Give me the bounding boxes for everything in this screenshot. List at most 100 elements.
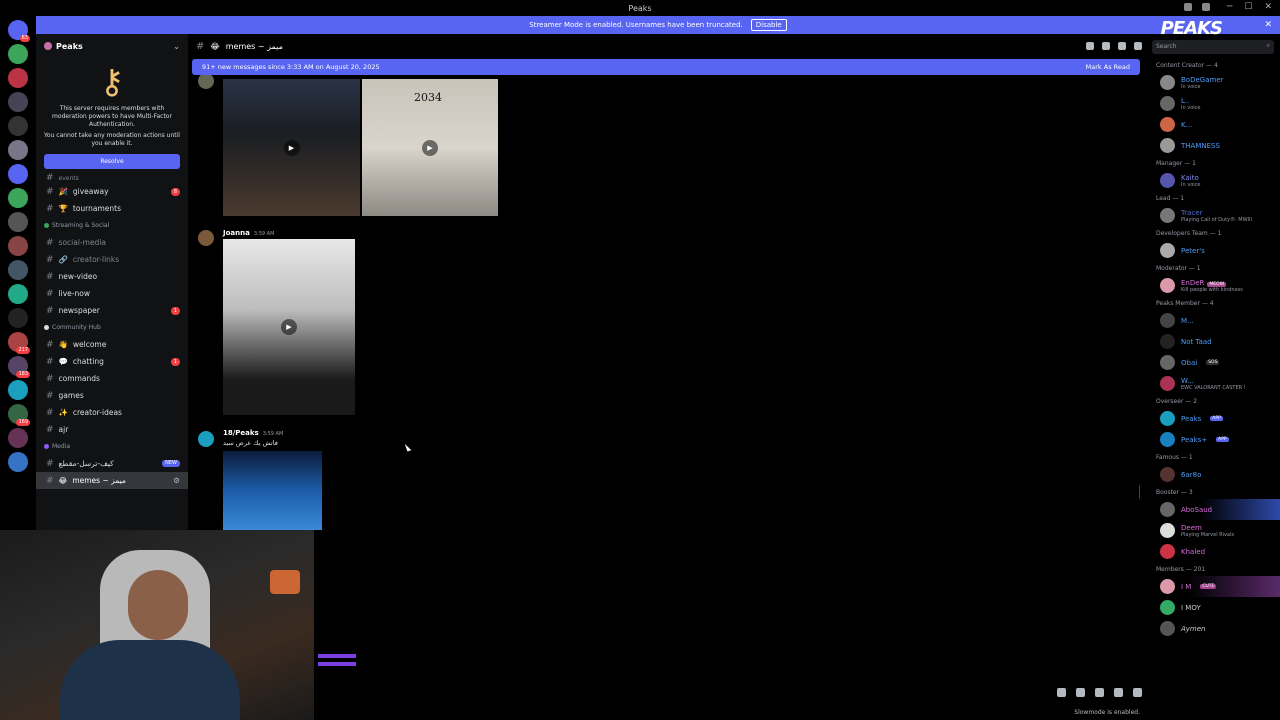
notification-bell-icon[interactable] [1102, 42, 1110, 50]
scrollbar[interactable] [1139, 485, 1140, 499]
avatar[interactable] [198, 230, 214, 246]
server-icon[interactable] [8, 116, 28, 136]
hash-icon: # [46, 373, 54, 384]
sticker-icon[interactable] [1095, 688, 1104, 697]
channel-games[interactable]: # games [36, 387, 188, 404]
new-messages-bar[interactable]: 91+ new messages since 3:33 AM on August… [192, 59, 1140, 75]
member-item[interactable]: Kaito In voice [1148, 170, 1280, 191]
server-icon[interactable] [8, 212, 28, 232]
resolve-button[interactable]: Resolve [44, 154, 180, 169]
member-item[interactable]: Not Taad [1148, 331, 1280, 352]
member-item[interactable]: THAMNESS [1148, 135, 1280, 156]
server-icon[interactable] [8, 92, 28, 112]
search-input[interactable]: Search ⌕ [1152, 40, 1274, 54]
channel-commands[interactable]: # commands [36, 370, 188, 387]
member-item[interactable]: Khaled [1148, 541, 1280, 562]
server-icon[interactable] [8, 428, 28, 448]
video-attachment[interactable]: ▶ [223, 79, 360, 216]
threads-icon[interactable] [1086, 42, 1094, 50]
apps-icon[interactable] [1133, 688, 1142, 697]
play-icon[interactable]: ▶ [422, 139, 438, 156]
channel-creator-links[interactable]: # 🔗 creator-links [36, 251, 188, 268]
member-item[interactable]: Peaks APP [1148, 408, 1280, 429]
member-item[interactable]: L.. In voice [1148, 93, 1280, 114]
channel-how-to-send[interactable]: # كيف-ترسل-مقطع NEW [36, 455, 188, 472]
server-icon[interactable] [8, 308, 28, 328]
guild-header[interactable]: Peaks ⌄ [36, 34, 188, 58]
video-attachment[interactable]: ▶ [223, 239, 355, 415]
channel-creator-ideas[interactable]: # ✨ creator-ideas [36, 404, 188, 421]
server-icon[interactable] [8, 164, 28, 184]
member-item[interactable]: Obai SOS [1148, 352, 1280, 373]
member-item[interactable]: Aymen [1148, 618, 1280, 639]
play-icon[interactable]: ▶ [281, 319, 297, 335]
streamer-mode-banner: Streamer Mode is enabled. Usernames have… [36, 16, 1280, 39]
member-item[interactable]: Tracer Playing Call of Duty®: MWIII [1148, 205, 1280, 226]
member-item[interactable]: I M CUTE [1148, 576, 1280, 597]
pin-icon[interactable] [1118, 42, 1126, 50]
member-item[interactable]: EnDeR MEOW Kill people with kindness [1148, 275, 1280, 296]
channel-memes[interactable]: # 😂 memes ~ ميمز ⚙ [36, 472, 188, 489]
settings-icon[interactable]: ⚙ [173, 476, 180, 485]
member-item[interactable]: Peaks+ APP [1148, 429, 1280, 450]
avatar[interactable] [198, 75, 214, 89]
server-icon[interactable] [8, 452, 28, 472]
member-item[interactable]: AboSaud [1148, 499, 1280, 520]
mark-as-read-button[interactable]: Mark As Read [1086, 63, 1130, 71]
channel-tournaments[interactable]: # 🏆 tournaments [36, 200, 188, 217]
category-streaming[interactable]: Streaming & Social [36, 217, 188, 234]
channel-social-media[interactable]: # social-media [36, 234, 188, 251]
server-icon[interactable] [8, 44, 28, 64]
channel-giveaway[interactable]: # 🎉 giveaway 8 [36, 183, 188, 200]
channel-ajr[interactable]: # ajr [36, 421, 188, 438]
chevron-down-icon[interactable]: ⌄ [173, 42, 180, 51]
inbox-icon[interactable] [1184, 3, 1192, 11]
member-item[interactable]: W... EWC VALORANT CASTER ! [1148, 373, 1280, 394]
server-icon[interactable]: 217 [8, 332, 30, 354]
member-item[interactable]: BoDeGamer In voice [1148, 72, 1280, 93]
channel-live-now[interactable]: # live-now [36, 285, 188, 302]
composer-bar: Slowmode is enabled. [314, 654, 1148, 720]
emoji-picker-icon[interactable] [1114, 688, 1123, 697]
status-dot-icon [44, 223, 49, 228]
server-icon[interactable] [8, 284, 28, 304]
server-icon[interactable] [8, 380, 28, 400]
play-icon[interactable]: ▶ [283, 139, 300, 156]
maximize-icon[interactable]: ☐ [1244, 2, 1252, 12]
video-attachment[interactable]: 2034 ▶ [362, 79, 498, 216]
message-author[interactable]: 18/Peaks 3:59 AM [223, 429, 283, 437]
server-icon[interactable]: 183 [8, 356, 30, 378]
server-icon[interactable]: 169 [8, 404, 30, 426]
gift-icon[interactable] [1057, 688, 1066, 697]
video-attachment[interactable] [223, 451, 322, 530]
channel-newspaper[interactable]: # newspaper 1 [36, 302, 188, 319]
member-item[interactable]: I MOY [1148, 597, 1280, 618]
close-banner-icon[interactable]: ✕ [1264, 20, 1272, 30]
member-item[interactable]: K... [1148, 114, 1280, 135]
member-item[interactable]: Peter's [1148, 240, 1280, 261]
server-icon[interactable] [8, 188, 28, 208]
gif-icon[interactable] [1076, 688, 1085, 697]
help-icon[interactable] [1202, 3, 1210, 11]
channel-chatting[interactable]: # 💬 chatting 1 [36, 353, 188, 370]
channel-new-video[interactable]: # new-video [36, 268, 188, 285]
close-window-icon[interactable]: ✕ [1264, 2, 1272, 12]
server-icon[interactable] [8, 236, 28, 256]
channel-events[interactable]: # events [36, 173, 188, 183]
minimize-icon[interactable]: ─ [1227, 2, 1232, 12]
message-author[interactable]: Joanna 3:59 AM [223, 229, 274, 237]
member-item[interactable]: 6ar8o [1148, 464, 1280, 485]
server-icon[interactable] [8, 140, 28, 160]
member-item[interactable]: M... [1148, 310, 1280, 331]
avatar[interactable] [198, 431, 214, 447]
channel-welcome[interactable]: # 👋 welcome [36, 336, 188, 353]
home-server-icon[interactable]: 63 [8, 20, 30, 42]
members-icon[interactable] [1134, 42, 1142, 50]
window-title: Peaks [628, 3, 652, 13]
category-media[interactable]: Media [36, 438, 188, 455]
member-item[interactable]: Deem Playing Marvel Rivals [1148, 520, 1280, 541]
category-community[interactable]: Community Hub [36, 319, 188, 336]
disable-button[interactable]: Disable [750, 19, 787, 31]
server-icon[interactable] [8, 260, 28, 280]
server-icon[interactable] [8, 68, 28, 88]
